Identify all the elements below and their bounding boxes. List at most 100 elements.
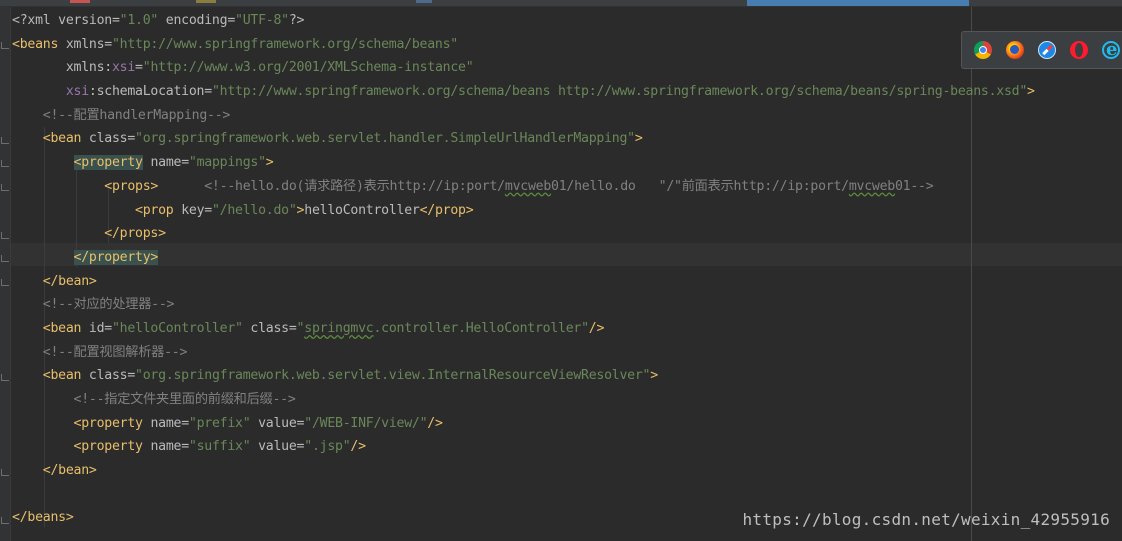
fold-marker-icon[interactable]	[1, 184, 9, 191]
code-token: =	[135, 60, 143, 76]
code-token: "http://www.springframework.org/schema/b…	[111, 36, 458, 52]
code-token: mvcweb	[504, 178, 552, 194]
code-line[interactable]: xsi:schemaLocation="http://www.springfra…	[12, 80, 1035, 104]
code-token: xmlns=	[65, 36, 112, 52]
active-editor-tab[interactable]	[747, 0, 969, 6]
code-token: >	[1027, 84, 1035, 100]
fold-marker-icon[interactable]	[1, 517, 9, 524]
code-line[interactable]: <!--配置handlerMapping-->	[12, 104, 1035, 128]
code-token: value=	[250, 415, 305, 431]
code-token: :schemaLocation=	[88, 84, 212, 100]
code-token: <!--对应的处理器-->	[42, 297, 175, 313]
code-line[interactable]: <beans xmlns="http://www.springframework…	[12, 33, 1035, 57]
code-line[interactable]: xmlns:xsi="http://www.w3.org/2001/XMLSch…	[12, 56, 1035, 80]
code-line[interactable]: </bean>	[12, 459, 1035, 483]
code-token: <property	[73, 155, 143, 171]
code-token: />	[427, 415, 443, 431]
code-token: name=	[150, 439, 189, 455]
code-token: encoding=	[158, 13, 236, 28]
code-token: </beans>	[12, 510, 74, 526]
code-token: >	[634, 131, 643, 147]
editor-tab[interactable]	[70, 0, 90, 3]
code-token: xsi	[65, 84, 89, 100]
code-line[interactable]: <property name="prefix" value="/WEB-INF/…	[12, 412, 1035, 436]
code-line[interactable]: </bean>	[12, 270, 1035, 294]
code-line[interactable]: <prop key="/hello.do">helloController</p…	[12, 199, 1035, 223]
code-editor[interactable]: <?xml version="1.0" encoding="UTF-8"?> <b…	[0, 7, 1122, 541]
code-token: xsi	[111, 60, 136, 76]
code-line[interactable]: <props> <!--hello.do(请求路径)表示http://ip:po…	[12, 175, 1035, 199]
firefox-icon[interactable]	[1006, 41, 1024, 59]
code-token: "UTF-8"	[235, 13, 289, 28]
code-token: xmlns:	[65, 60, 112, 76]
code-token: <beans	[12, 36, 66, 52]
code-token: id=	[88, 320, 112, 336]
code-line[interactable]: <property name="mappings">	[12, 151, 1035, 175]
code-token: <!--hello.do(请求路径)表示http://ip:port/	[158, 178, 505, 194]
code-token: "helloController"	[111, 320, 243, 336]
fold-marker-icon[interactable]	[1, 137, 9, 144]
code-token: "http://www.springframework.org/schema/b…	[211, 84, 1028, 100]
code-line[interactable]	[12, 483, 1035, 507]
code-token: "http://www.w3.org/2001/XMLSchema-instan…	[142, 60, 474, 76]
code-line[interactable]: <bean id="helloController" class="spring…	[12, 317, 1035, 341]
browser-preview-bar	[961, 31, 1122, 69]
code-line[interactable]: <bean class="org.springframework.web.ser…	[12, 127, 1035, 151]
code-token: class=	[88, 131, 136, 147]
code-token: >	[650, 368, 658, 384]
code-token: "/WEB-INF/view/"	[304, 415, 428, 431]
code-token: <bean	[42, 320, 89, 336]
code-line[interactable]: <!--指定文件夹里面的前缀和后缀-->	[12, 388, 1035, 412]
fold-marker-icon[interactable]	[1, 255, 9, 262]
code-token: ".jsp"	[304, 439, 351, 455]
code-line[interactable]: </props>	[12, 222, 1035, 246]
code-lines[interactable]: <?xml version="1.0" encoding="UTF-8"?> <b…	[12, 9, 1035, 530]
code-token: <!--指定文件夹里面的前缀和后缀-->	[73, 392, 296, 407]
code-token: <prop	[135, 202, 182, 218]
fold-marker-icon[interactable]	[1, 160, 9, 167]
code-token: <property	[73, 439, 151, 455]
code-token: </bean>	[42, 273, 97, 289]
opera-icon[interactable]	[1070, 41, 1088, 59]
editor-tab[interactable]	[196, 0, 216, 3]
editor-tab[interactable]	[416, 0, 432, 3]
fold-marker-icon[interactable]	[1, 232, 9, 239]
code-line[interactable]: <property name="suffix" value=".jsp"/>	[12, 435, 1035, 459]
code-token: mvcweb	[848, 178, 895, 194]
code-line[interactable]: <?xml version="1.0" encoding="UTF-8"?>	[12, 9, 1035, 33]
code-token: name=	[150, 415, 189, 431]
code-token: helloController	[304, 202, 420, 218]
code-token: "mappings"	[188, 155, 266, 171]
code-token: class=	[242, 320, 297, 336]
code-token: </props>	[104, 226, 166, 242]
code-line[interactable]: <bean class="org.springframework.web.ser…	[12, 364, 1035, 388]
code-token: <!--配置视图解析器-->	[42, 344, 188, 360]
fold-marker-icon[interactable]	[1, 374, 9, 381]
code-token: "/hello.do"	[211, 202, 297, 218]
code-token: .controller.HelloController"	[373, 320, 589, 336]
ie-icon[interactable]	[1102, 39, 1120, 60]
code-token: <props>	[104, 178, 159, 194]
code-line[interactable]: </property>	[12, 246, 1035, 270]
watermark: https://blog.csdn.net/weixin_42955916	[742, 510, 1110, 529]
chrome-icon[interactable]	[974, 41, 992, 59]
fold-marker-icon[interactable]	[1, 469, 9, 476]
code-token: />	[588, 320, 605, 336]
fold-marker-icon[interactable]	[1, 42, 9, 49]
code-token: <bean	[42, 368, 89, 384]
code-token: </bean>	[42, 463, 97, 479]
code-line[interactable]: <!--配置视图解析器-->	[12, 341, 1035, 365]
code-token: <?xml version=	[12, 13, 120, 28]
code-token: value=	[250, 439, 305, 455]
editor-gutter[interactable]	[0, 7, 11, 541]
code-token: "org.springframework.web.servlet.view.In…	[135, 368, 651, 384]
safari-icon[interactable]	[1038, 41, 1056, 59]
code-token: />	[350, 439, 366, 455]
code-line[interactable]: <!--对应的处理器-->	[12, 293, 1035, 317]
code-token: name=	[142, 155, 189, 171]
fold-marker-icon[interactable]	[1, 279, 9, 286]
code-token: </prop>	[419, 202, 474, 218]
code-token: "1.0"	[119, 13, 159, 28]
code-token: "suffix"	[188, 439, 251, 455]
code-token: 01/hello.do "/"前面表示http://ip:port/	[551, 178, 849, 194]
